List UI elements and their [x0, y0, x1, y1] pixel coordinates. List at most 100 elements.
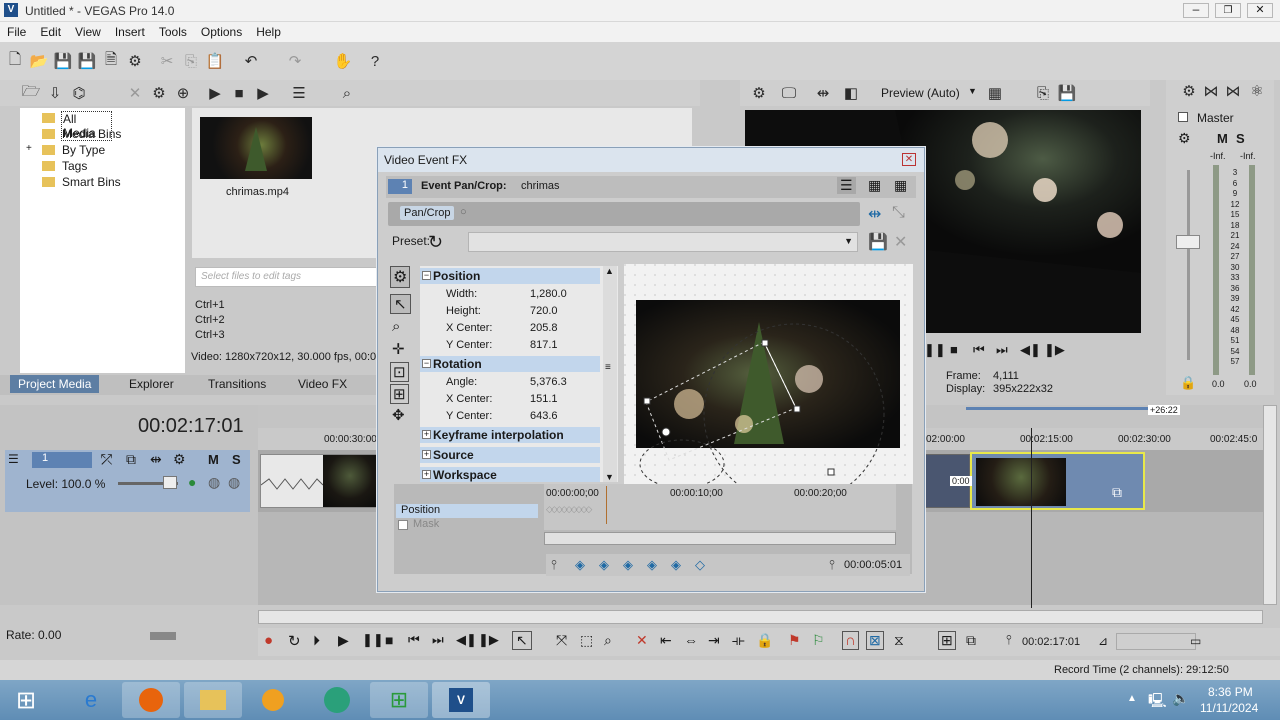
- plugin-chain-remove-icon[interactable]: ⤡: [892, 204, 905, 222]
- media-fx-icon[interactable]: ⚙: [148, 82, 170, 104]
- section-keyframe-interpolation[interactable]: + Keyframe interpolation: [420, 427, 600, 443]
- redo-icon[interactable]: ↷: [284, 50, 306, 72]
- preview-quality[interactable]: Preview (Auto): [881, 86, 960, 100]
- search-icon[interactable]: ⌕: [336, 82, 358, 104]
- save-as-icon[interactable]: 💾: [76, 50, 98, 72]
- copy-icon[interactable]: ⎘: [180, 50, 202, 72]
- copy-snapshot-icon[interactable]: ⎘: [1032, 82, 1054, 104]
- master-fx-small-icon[interactable]: ⚙: [1178, 130, 1191, 147]
- track-fx-icon[interactable]: ⚙: [173, 451, 186, 468]
- capture-icon[interactable]: ⇩: [44, 82, 66, 104]
- track-motion-icon[interactable]: ⤱: [101, 451, 112, 468]
- views-icon[interactable]: ☰: [288, 82, 310, 104]
- prop-row[interactable]: Height: 720.0: [420, 303, 600, 320]
- level-slider-thumb[interactable]: [163, 476, 177, 489]
- section-position[interactable]: − Position: [420, 268, 600, 284]
- stop-icon[interactable]: ■: [950, 342, 958, 357]
- master-fader[interactable]: [1176, 235, 1200, 249]
- volume-icon[interactable]: 🔈: [1172, 690, 1189, 707]
- lock-icon[interactable]: 🔒: [1180, 375, 1196, 391]
- track-mute[interactable]: M: [208, 452, 219, 467]
- plugin-chain-add-icon[interactable]: ⇹: [868, 204, 881, 224]
- tree-item-smart-bins[interactable]: Smart Bins: [42, 175, 142, 190]
- play-icon[interactable]: ▶: [338, 632, 349, 649]
- prop-value[interactable]: 205.8: [530, 322, 558, 334]
- start-button[interactable]: ⊞: [4, 682, 48, 718]
- import-media-icon[interactable]: 🗁: [20, 82, 42, 104]
- add-keyframe-icon[interactable]: ◈: [668, 557, 684, 573]
- forward-icon[interactable]: ❚▶: [1044, 342, 1065, 358]
- master-solo[interactable]: S: [1236, 131, 1245, 146]
- first-keyframe-icon[interactable]: ◈: [572, 557, 588, 573]
- render-icon[interactable]: 🗎: [100, 50, 122, 72]
- prop-value[interactable]: 643.6: [530, 410, 558, 422]
- crossfades-icon[interactable]: ⧖: [894, 632, 904, 649]
- previous-frame-icon[interactable]: ◀❚: [456, 632, 477, 648]
- vertical-scrollbar[interactable]: [1263, 405, 1277, 605]
- preview-fx-icon[interactable]: ◧: [840, 82, 862, 104]
- firefox-icon[interactable]: [122, 682, 180, 718]
- menu-help[interactable]: Help: [249, 22, 288, 39]
- section-source[interactable]: + Source: [420, 447, 600, 463]
- prop-row[interactable]: X Center: 151.1: [420, 391, 600, 408]
- open-icon[interactable]: 📂: [28, 50, 50, 72]
- zoom-tool-icon[interactable]: ⌕: [604, 632, 612, 649]
- pause-icon[interactable]: ❚❚: [362, 632, 384, 648]
- play-from-start-icon[interactable]: ⏵: [313, 632, 320, 649]
- next-keyframe-icon[interactable]: ◈: [620, 557, 636, 573]
- network-icon[interactable]: 🖳: [1148, 690, 1167, 714]
- tab-explorer[interactable]: Explorer: [129, 377, 174, 391]
- event-pan-crop-icon[interactable]: ⧉: [126, 451, 136, 468]
- prop-value[interactable]: 151.1: [530, 393, 558, 405]
- menu-view[interactable]: View: [68, 22, 108, 39]
- plugin-icon[interactable]: ✋: [332, 50, 354, 72]
- prop-row[interactable]: Y Center: 643.6: [420, 408, 600, 425]
- cut-icon[interactable]: ✂: [156, 50, 178, 72]
- generator-icon[interactable]: ⊕: [172, 82, 194, 104]
- next-frame-icon[interactable]: ⏭: [996, 342, 1008, 358]
- maintain-aspect-icon[interactable]: ⊞: [390, 384, 409, 404]
- scroll-down-icon[interactable]: ▼: [605, 472, 614, 482]
- minimize-button[interactable]: –: [1183, 3, 1209, 18]
- region-icon[interactable]: ⚐: [812, 632, 825, 649]
- normal-edit-icon[interactable]: ↖: [390, 294, 411, 314]
- sync-cursor-icon[interactable]: ⫯: [546, 557, 562, 573]
- tree-item-by-type[interactable]: By Type: [42, 143, 142, 158]
- preview-properties-icon[interactable]: ⚙: [748, 82, 770, 104]
- auto-ripple-icon[interactable]: ⊠: [866, 631, 884, 650]
- tags-input[interactable]: Select files to edit tags: [195, 267, 380, 287]
- collapse-icon[interactable]: −: [422, 359, 431, 368]
- app-globe-icon[interactable]: [308, 682, 366, 718]
- chain-plugin-pan-crop[interactable]: Pan/Crop: [400, 206, 455, 220]
- prop-row[interactable]: Width: 1,280.0: [420, 286, 600, 303]
- snapping-icon[interactable]: ∩: [842, 631, 859, 650]
- prop-row[interactable]: Angle: 5,376.3: [420, 374, 600, 391]
- split-icon[interactable]: ⟛: [732, 632, 745, 649]
- preset-dropdown[interactable]: ▼: [468, 232, 858, 252]
- record-icon[interactable]: ●: [264, 632, 273, 649]
- rate-slider[interactable]: [150, 632, 176, 640]
- enable-rotation-icon[interactable]: ⊡: [390, 362, 409, 382]
- kf-track-mask[interactable]: Mask: [396, 518, 538, 532]
- expand-icon[interactable]: +: [26, 144, 35, 154]
- scroll-up-icon[interactable]: ▲: [605, 266, 614, 276]
- event-pan-crop-icon[interactable]: ⧉: [1112, 484, 1122, 501]
- prop-row[interactable]: X Center: 205.8: [420, 320, 600, 337]
- grid-view-icon[interactable]: ▦: [868, 177, 881, 194]
- master-checkbox[interactable]: [1178, 112, 1188, 122]
- rewind-icon[interactable]: ◀❚: [1020, 342, 1041, 358]
- move-icon[interactable]: ✛: [392, 340, 405, 358]
- maximize-button[interactable]: ❐: [1215, 3, 1241, 18]
- overlays-grid-icon[interactable]: ▦: [984, 82, 1006, 104]
- loop-icon[interactable]: ↻: [288, 632, 301, 650]
- prop-value[interactable]: 1,280.0: [530, 288, 567, 300]
- kf-track-position[interactable]: Position: [396, 504, 538, 518]
- track-solo[interactable]: S: [232, 452, 241, 467]
- video-event-left[interactable]: [260, 454, 377, 508]
- stop-icon[interactable]: ■: [385, 632, 393, 648]
- section-workspace[interactable]: + Workspace: [420, 467, 600, 482]
- tray-clock-time[interactable]: 8:36 PM: [1208, 685, 1253, 699]
- menu-tools[interactable]: Tools: [152, 22, 194, 39]
- undo-icon[interactable]: ↶: [240, 50, 262, 72]
- go-to-end-icon[interactable]: ⏭: [432, 632, 444, 648]
